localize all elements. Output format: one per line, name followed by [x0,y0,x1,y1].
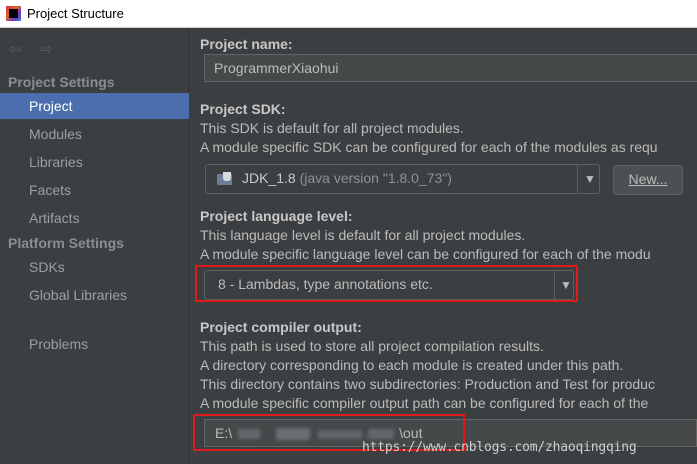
sidebar-item-project[interactable]: Project [0,93,189,119]
forward-arrow-icon[interactable]: ⇨ [40,40,53,58]
project-settings-header: Project Settings [8,74,115,90]
project-name-input[interactable]: ProgrammerXiaohui [204,54,697,82]
back-arrow-icon[interactable]: ⇦ [9,40,22,58]
project-sdk-desc-1: This SDK is default for all project modu… [200,120,464,136]
new-sdk-button[interactable]: New... [613,165,683,195]
project-settings-panel: Project name: ProgrammerXiaohui Project … [190,28,697,464]
compiler-output-desc-3: This directory contains two subdirectori… [200,376,655,392]
sidebar-item-libraries[interactable]: Libraries [0,149,189,175]
language-level-desc-2: A module specific language level can be … [200,246,651,262]
jdk-folder-icon [217,172,234,186]
sidebar-item-artifacts[interactable]: Artifacts [0,205,189,231]
new-sdk-button-label: New... [628,171,668,187]
language-level-desc-1: This language level is default for all p… [200,227,526,243]
title-bar: Project Structure [0,0,697,28]
project-name-heading: Project name: [200,36,293,52]
sidebar-item-problems[interactable]: Problems [0,331,189,357]
sidebar-item-global-libraries[interactable]: Global Libraries [0,282,189,308]
language-level-heading: Project language level: [200,208,353,224]
compiler-output-desc-1: This path is used to store all project c… [200,338,544,354]
compiler-output-heading: Project compiler output: [200,319,362,335]
project-sdk-desc-2: A module specific SDK can be configured … [200,139,658,155]
compiler-output-desc-4: A module specific compiler output path c… [200,395,649,411]
sidebar-item-facets[interactable]: Facets [0,177,189,203]
watermark-text: https://www.cnblogs.com/zhaoqingqing [362,440,637,455]
highlight-box-language-level [195,265,578,302]
compiler-output-desc-2: A directory corresponding to each module… [200,357,624,373]
platform-settings-header: Platform Settings [8,235,124,251]
intellij-logo-icon [6,6,21,21]
sdk-name: JDK_1.8 [242,170,296,186]
sidebar-item-modules[interactable]: Modules [0,121,189,147]
chevron-down-icon: ▼ [584,172,596,186]
settings-sidebar: ⇦ ⇨ Project Settings Project Modules Lib… [0,28,189,464]
window-title: Project Structure [27,6,124,21]
project-sdk-select[interactable]: JDK_1.8 (java version "1.8.0_73") ▼ [205,164,600,194]
project-sdk-heading: Project SDK: [200,101,286,117]
sdk-version: (java version "1.8.0_73") [299,170,452,186]
sidebar-item-sdks[interactable]: SDKs [0,254,189,280]
